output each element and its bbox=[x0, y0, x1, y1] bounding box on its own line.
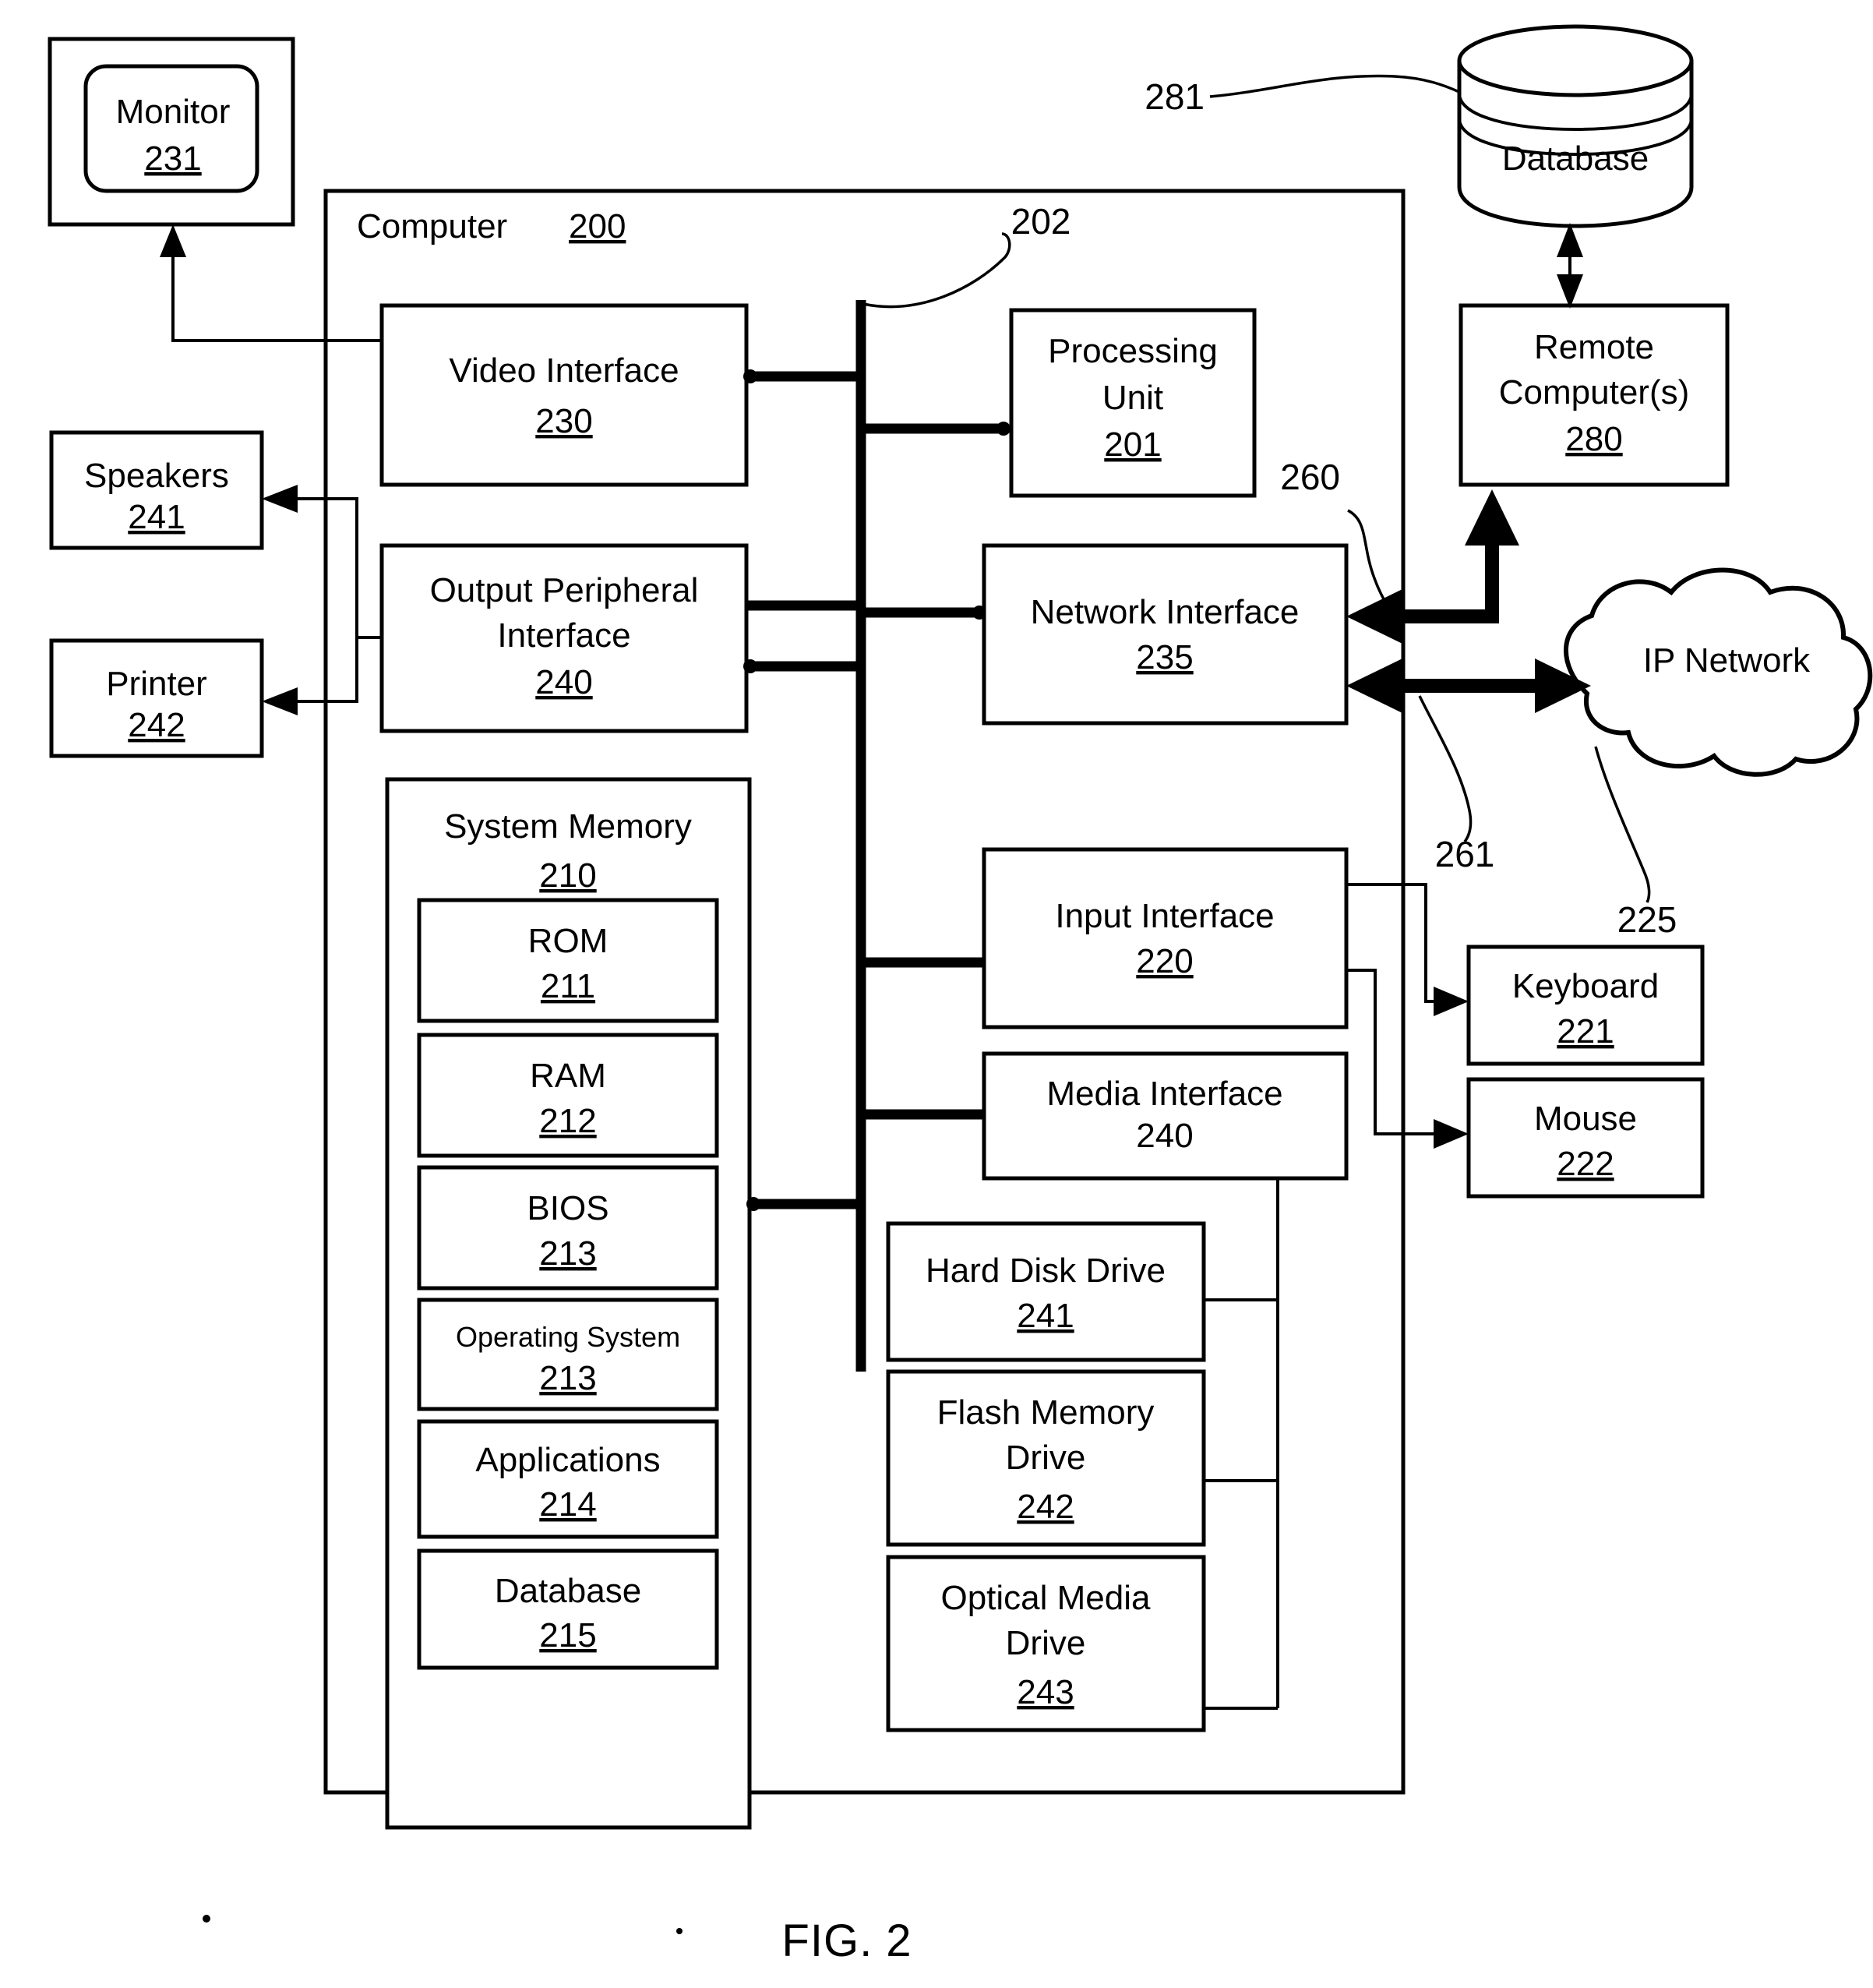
hard-disk-drive-number: 241 bbox=[1017, 1297, 1074, 1335]
optical-media-drive-label-line1: Optical Media bbox=[940, 1579, 1151, 1617]
operating-system-label: Operating System bbox=[456, 1321, 680, 1353]
bios-number: 213 bbox=[539, 1234, 596, 1273]
rom-label: ROM bbox=[528, 922, 608, 960]
speakers-label: Speakers bbox=[84, 457, 229, 495]
printer-label: Printer bbox=[106, 665, 207, 703]
bus-node-output bbox=[743, 659, 757, 673]
flash-memory-drive-number: 242 bbox=[1017, 1488, 1074, 1526]
processing-unit-number: 201 bbox=[1104, 425, 1161, 464]
ip-link-reference-number: 261 bbox=[1435, 834, 1495, 874]
bus-node-memory bbox=[746, 1197, 760, 1211]
media-interface-label: Media Interface bbox=[1046, 1075, 1282, 1113]
mouse-label: Mouse bbox=[1534, 1100, 1637, 1138]
media-interface-box bbox=[982, 1051, 1349, 1181]
processing-unit-label-line1: Processing bbox=[1048, 332, 1218, 370]
keyboard-number: 221 bbox=[1557, 1012, 1614, 1050]
monitor-number: 231 bbox=[144, 139, 201, 178]
database-cylinder-top bbox=[1457, 24, 1694, 97]
speakers-number: 241 bbox=[128, 498, 185, 536]
ram-label: RAM bbox=[530, 1057, 606, 1095]
network-interface-number: 235 bbox=[1136, 638, 1193, 676]
applications-label: Applications bbox=[475, 1441, 660, 1479]
patent-figure-page: Computer 200 Monitor 231 Speakers 241 Pr… bbox=[0, 0, 1873, 1988]
ip-network-reference-number: 225 bbox=[1617, 899, 1677, 940]
optical-media-drive-number: 243 bbox=[1017, 1673, 1074, 1711]
output-peripheral-label-line2: Interface bbox=[497, 616, 630, 655]
input-interface-number: 220 bbox=[1136, 942, 1193, 980]
applications-number: 214 bbox=[539, 1485, 596, 1524]
computer-title-number: 200 bbox=[569, 207, 626, 245]
figure-caption: FIG. 2 bbox=[781, 1916, 912, 1966]
database-reference-number: 281 bbox=[1145, 76, 1205, 117]
processing-unit-label-line2: Unit bbox=[1102, 379, 1163, 417]
remote-computer-label-line1: Remote bbox=[1534, 328, 1654, 366]
remote-computer-label-line2: Computer(s) bbox=[1499, 373, 1690, 411]
mouse-arrowhead bbox=[1434, 1119, 1469, 1149]
network-interface-box bbox=[982, 543, 1349, 726]
video-interface-box bbox=[379, 303, 749, 487]
bus-reference-number: 202 bbox=[1011, 201, 1071, 242]
operating-system-number: 213 bbox=[539, 1359, 596, 1397]
database-remote-label: Database bbox=[1502, 139, 1649, 178]
input-interface-box bbox=[982, 847, 1349, 1029]
ip-network-label: IP Network bbox=[1643, 641, 1811, 680]
hard-disk-drive-box bbox=[886, 1221, 1206, 1362]
database-memory-number: 215 bbox=[539, 1616, 596, 1654]
system-memory-number: 210 bbox=[539, 856, 596, 895]
flash-memory-drive-label-line1: Flash Memory bbox=[937, 1393, 1155, 1432]
database-link-arrow-up bbox=[1557, 223, 1583, 257]
monitor-label: Monitor bbox=[116, 93, 231, 131]
ip-link-leader bbox=[1418, 695, 1473, 843]
optical-media-drive-label-line2: Drive bbox=[1006, 1624, 1086, 1662]
computer-title-label: Computer bbox=[357, 207, 507, 245]
network-interface-label: Network Interface bbox=[1031, 593, 1300, 631]
ip-network-leader bbox=[1594, 746, 1651, 903]
keyboard-label: Keyboard bbox=[1512, 967, 1659, 1005]
keyboard-arrowhead bbox=[1434, 987, 1469, 1016]
system-memory-label: System Memory bbox=[444, 807, 692, 846]
bios-label: BIOS bbox=[527, 1189, 608, 1227]
printer-arrowhead bbox=[262, 687, 298, 715]
hard-disk-drive-label: Hard Disk Drive bbox=[926, 1252, 1166, 1290]
output-peripheral-label-line1: Output Peripheral bbox=[430, 571, 699, 609]
stray-artifact-dot-2 bbox=[676, 1928, 683, 1934]
mouse-number: 222 bbox=[1557, 1145, 1614, 1183]
speakers-arrowhead bbox=[262, 485, 298, 513]
database-leader-line bbox=[1209, 74, 1460, 98]
remote-link-reference-number: 260 bbox=[1280, 457, 1340, 497]
flash-memory-drive-label-line2: Drive bbox=[1006, 1439, 1086, 1477]
database-memory-label: Database bbox=[495, 1572, 641, 1610]
video-interface-number: 230 bbox=[535, 402, 592, 440]
monitor-arrowhead bbox=[160, 224, 186, 257]
video-interface-label: Video Interface bbox=[449, 351, 679, 390]
remote-computer-number: 280 bbox=[1565, 420, 1622, 458]
database-link-arrow-down bbox=[1557, 274, 1583, 309]
input-interface-label: Input Interface bbox=[1055, 897, 1274, 935]
printer-number: 242 bbox=[128, 706, 185, 744]
stray-artifact-dot bbox=[203, 1915, 210, 1923]
ram-number: 212 bbox=[539, 1102, 596, 1140]
bus-node-cpu bbox=[996, 422, 1011, 436]
output-peripheral-number: 240 bbox=[535, 663, 592, 701]
network-remote-arrowhead bbox=[1465, 489, 1519, 546]
block-diagram: Computer 200 Monitor 231 Speakers 241 Pr… bbox=[48, 24, 1873, 1966]
media-interface-number: 240 bbox=[1136, 1117, 1193, 1155]
rom-number: 211 bbox=[541, 967, 595, 1005]
bus-node-video bbox=[743, 369, 757, 383]
